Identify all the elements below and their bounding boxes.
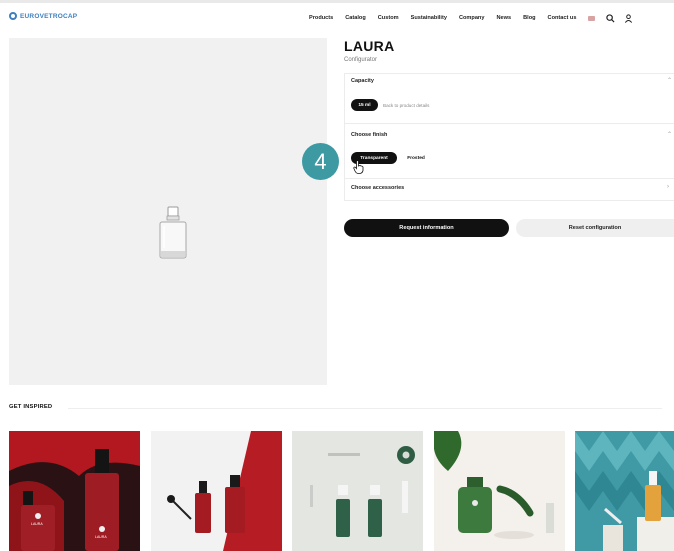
step-number-badge: 4	[302, 143, 339, 180]
finish-option-frosted[interactable]: Frosted	[401, 152, 431, 164]
main-nav: Products Catalog Custom Sustainability C…	[309, 13, 641, 23]
get-inspired-heading: GET INSPIRED	[9, 404, 53, 410]
product-title: LAURA	[344, 38, 395, 54]
user-icon[interactable]	[623, 13, 633, 23]
logo[interactable]: EUROVETROCAP	[9, 12, 77, 20]
search-icon[interactable]	[605, 13, 615, 23]
bottle-image	[159, 206, 187, 259]
inspiration-tile[interactable]	[575, 431, 674, 551]
capacity-collapse-icon[interactable]: ⌃	[667, 77, 672, 84]
section-divider	[344, 178, 674, 179]
nav-item-catalog[interactable]: Catalog	[345, 15, 366, 21]
nav-item-blog[interactable]: Blog	[523, 15, 535, 21]
accessories-expand-icon[interactable]: ›	[667, 184, 669, 190]
capacity-section-header[interactable]: Capacity	[351, 78, 374, 84]
tile-bottle-label: LAURA	[95, 535, 107, 539]
section-rule	[68, 408, 662, 409]
hand-cursor-icon	[353, 160, 364, 174]
nav-item-contact[interactable]: Contact us	[548, 15, 577, 21]
nav-item-custom[interactable]: Custom	[378, 15, 399, 21]
site-header: EUROVETROCAP Products Catalog Custom Sus…	[0, 3, 674, 31]
inspiration-tile[interactable]	[434, 431, 565, 551]
finish-collapse-icon[interactable]: ⌃	[667, 131, 672, 138]
flag-uk-icon[interactable]	[588, 15, 596, 21]
back-to-details-link[interactable]: Back to product details	[383, 103, 429, 108]
logo-text: EUROVETROCAP	[20, 12, 78, 20]
section-divider	[344, 123, 674, 124]
nav-item-sustainability[interactable]: Sustainability	[411, 15, 447, 21]
product-subtitle: Configurator	[344, 57, 378, 63]
logo-mark-icon	[9, 12, 17, 20]
product-image-panel	[9, 38, 327, 385]
tile-bottle-label: LAURA	[31, 522, 43, 526]
reset-configuration-button[interactable]: Reset configuration	[516, 219, 674, 237]
nav-item-products[interactable]: Products	[309, 15, 333, 21]
nav-item-news[interactable]: News	[496, 15, 511, 21]
request-information-button[interactable]: Request information	[344, 219, 509, 237]
nav-item-company[interactable]: Company	[459, 15, 485, 21]
inspiration-tile[interactable]: LAURA LAURA	[9, 431, 140, 551]
configurator-panel	[344, 73, 674, 201]
inspiration-tile[interactable]	[292, 431, 423, 551]
capacity-option-15ml[interactable]: 15 ml	[351, 99, 378, 111]
accessories-section-header[interactable]: Choose accessories	[351, 185, 404, 191]
finish-section-header[interactable]: Choose finish	[351, 132, 387, 138]
inspiration-tile[interactable]	[151, 431, 282, 551]
